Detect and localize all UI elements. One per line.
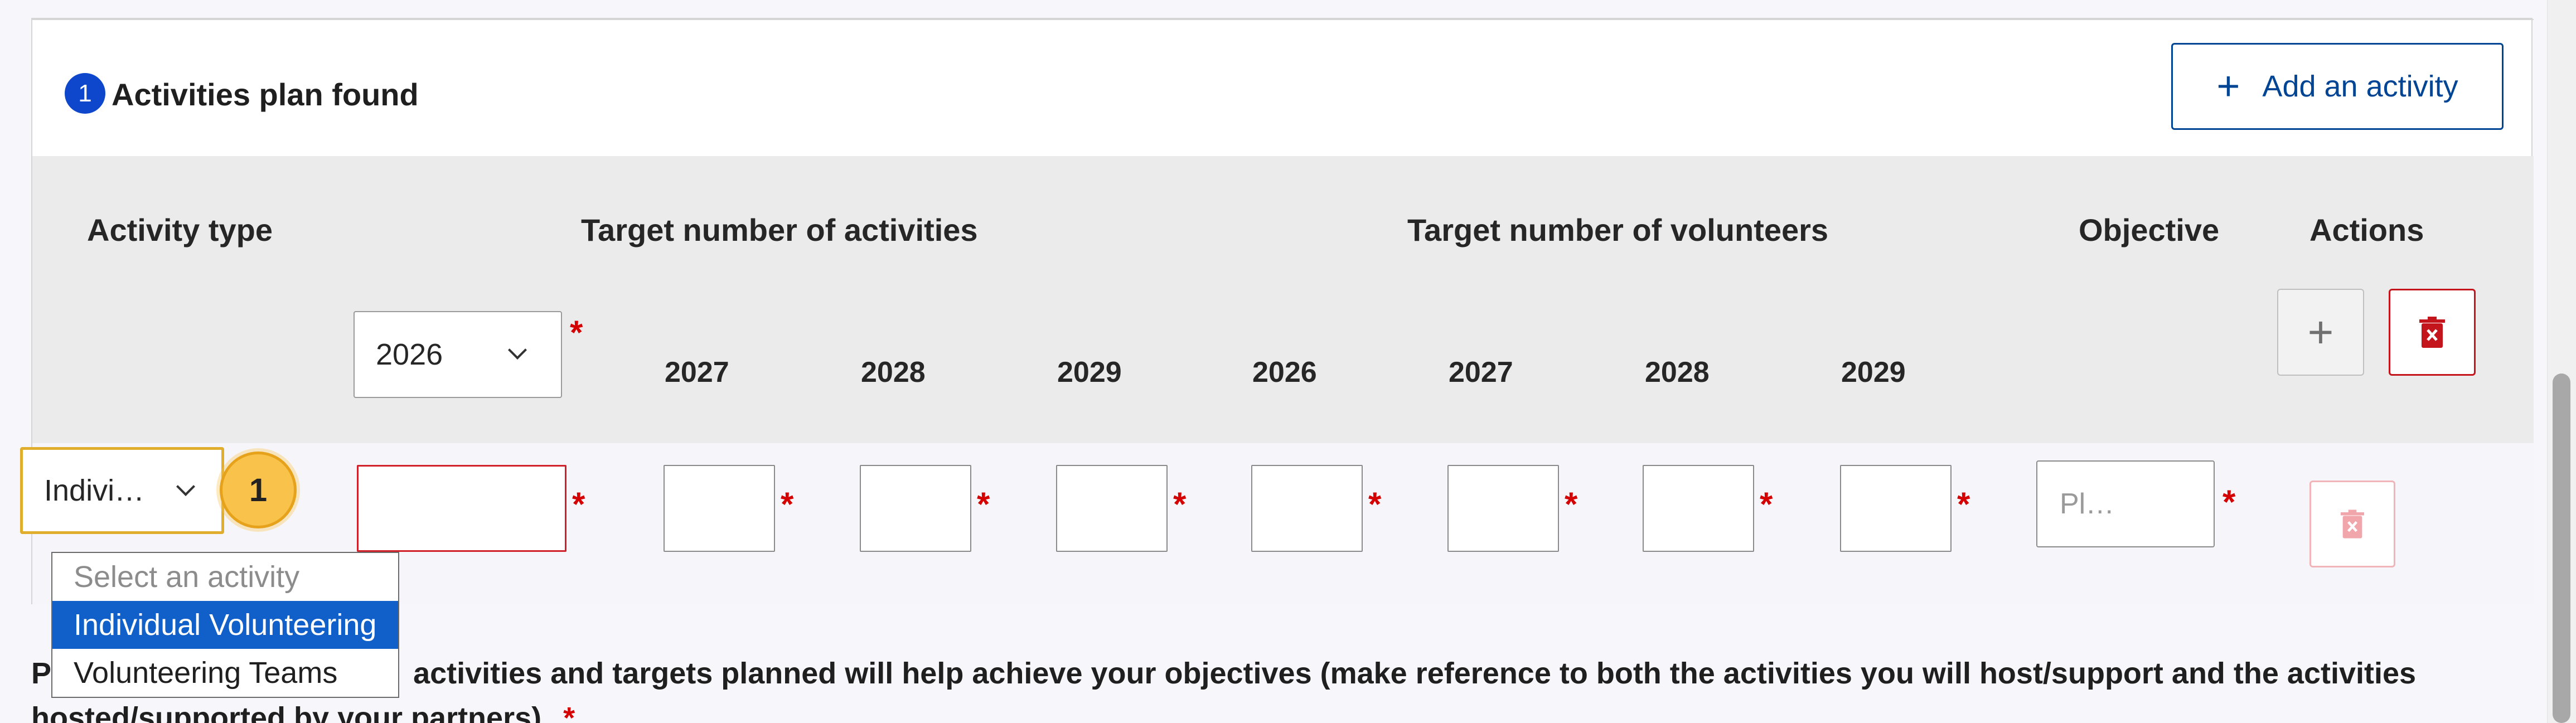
required-mark: * xyxy=(570,314,583,351)
count-badge: 1 xyxy=(65,73,105,114)
dropdown-option-placeholder[interactable]: Select an activity xyxy=(52,553,398,601)
column-activity-type: Activity type xyxy=(87,212,273,248)
column-actions: Actions xyxy=(2309,212,2424,248)
column-target-volunteers: Target number of volunteers xyxy=(1407,212,1829,248)
required-mark: * xyxy=(572,486,585,523)
required-mark: * xyxy=(1565,486,1578,523)
trash-icon xyxy=(2341,510,2364,538)
question-first-letter: P xyxy=(31,657,51,690)
volunteer-year-2: 2027 xyxy=(1449,356,1513,389)
target-activities-2026-input[interactable] xyxy=(357,465,566,552)
required-mark: * xyxy=(1368,486,1382,523)
add-activity-button[interactable]: + Add an activity xyxy=(2171,43,2504,130)
activity-year-3: 2029 xyxy=(1057,356,1122,389)
volunteer-year-3: 2028 xyxy=(1645,356,1710,389)
chevron-down-icon xyxy=(176,477,195,496)
required-mark: * xyxy=(1957,486,1970,523)
dropdown-option-individual-volunteering[interactable]: Individual Volunteering xyxy=(52,601,398,649)
dropdown-option-volunteering-teams[interactable]: Volunteering Teams xyxy=(52,649,398,697)
add-activity-label: Add an activity xyxy=(2262,70,2458,103)
question-line-1: activities and targets planned will help… xyxy=(413,657,2417,690)
plus-icon: + xyxy=(2307,307,2334,357)
table-header: Activity type Target number of activitie… xyxy=(32,156,2534,443)
activity-type-dropdown[interactable]: Select an activity Individual Volunteeri… xyxy=(51,552,399,698)
scrollbar-thumb[interactable] xyxy=(2553,373,2570,723)
panel-divider xyxy=(32,19,2534,20)
column-objective: Objective xyxy=(2079,212,2220,248)
target-volunteers-2029-input[interactable] xyxy=(1840,465,1952,552)
required-mark: * xyxy=(1173,486,1187,523)
activity-year-1: 2027 xyxy=(665,356,729,389)
chevron-down-icon xyxy=(508,341,527,360)
question-line-2: hosted/supported by your partners) xyxy=(31,701,542,723)
delete-row-button[interactable] xyxy=(2309,481,2395,567)
volunteer-year-4: 2029 xyxy=(1841,356,1906,389)
objectives-question: P activities and targets planned will he… xyxy=(31,651,2507,723)
delete-header-button[interactable] xyxy=(2389,289,2476,376)
required-mark: * xyxy=(781,486,794,523)
target-activities-2028-input[interactable] xyxy=(860,465,971,552)
volunteer-year-1: 2026 xyxy=(1252,356,1317,389)
required-mark: * xyxy=(563,701,575,723)
required-mark: * xyxy=(2222,483,2236,521)
start-year-select[interactable]: 2026 xyxy=(354,311,562,398)
trash-icon xyxy=(2419,317,2445,348)
objective-input[interactable]: Pl… xyxy=(2036,460,2215,547)
target-volunteers-2028-input[interactable] xyxy=(1643,465,1754,552)
plus-icon: + xyxy=(2216,64,2240,109)
activity-year-2: 2028 xyxy=(861,356,926,389)
target-activities-2029-input[interactable] xyxy=(1056,465,1168,552)
target-volunteers-2027-input[interactable] xyxy=(1447,465,1559,552)
activity-type-value: Indivi… xyxy=(44,474,145,507)
start-year-value: 2026 xyxy=(376,338,443,371)
activity-type-select[interactable]: Indivi… xyxy=(20,447,224,534)
column-target-activities: Target number of activities xyxy=(581,212,978,248)
required-mark: * xyxy=(977,486,990,523)
target-volunteers-2026-input[interactable] xyxy=(1251,465,1363,552)
required-mark: * xyxy=(1760,486,1773,523)
target-activities-2027-input[interactable] xyxy=(664,465,775,552)
objective-placeholder: Pl… xyxy=(2060,488,2115,520)
section-title: Activities plan found xyxy=(112,77,419,112)
step-marker: 1 xyxy=(220,452,297,528)
add-year-button[interactable]: + xyxy=(2277,289,2364,376)
